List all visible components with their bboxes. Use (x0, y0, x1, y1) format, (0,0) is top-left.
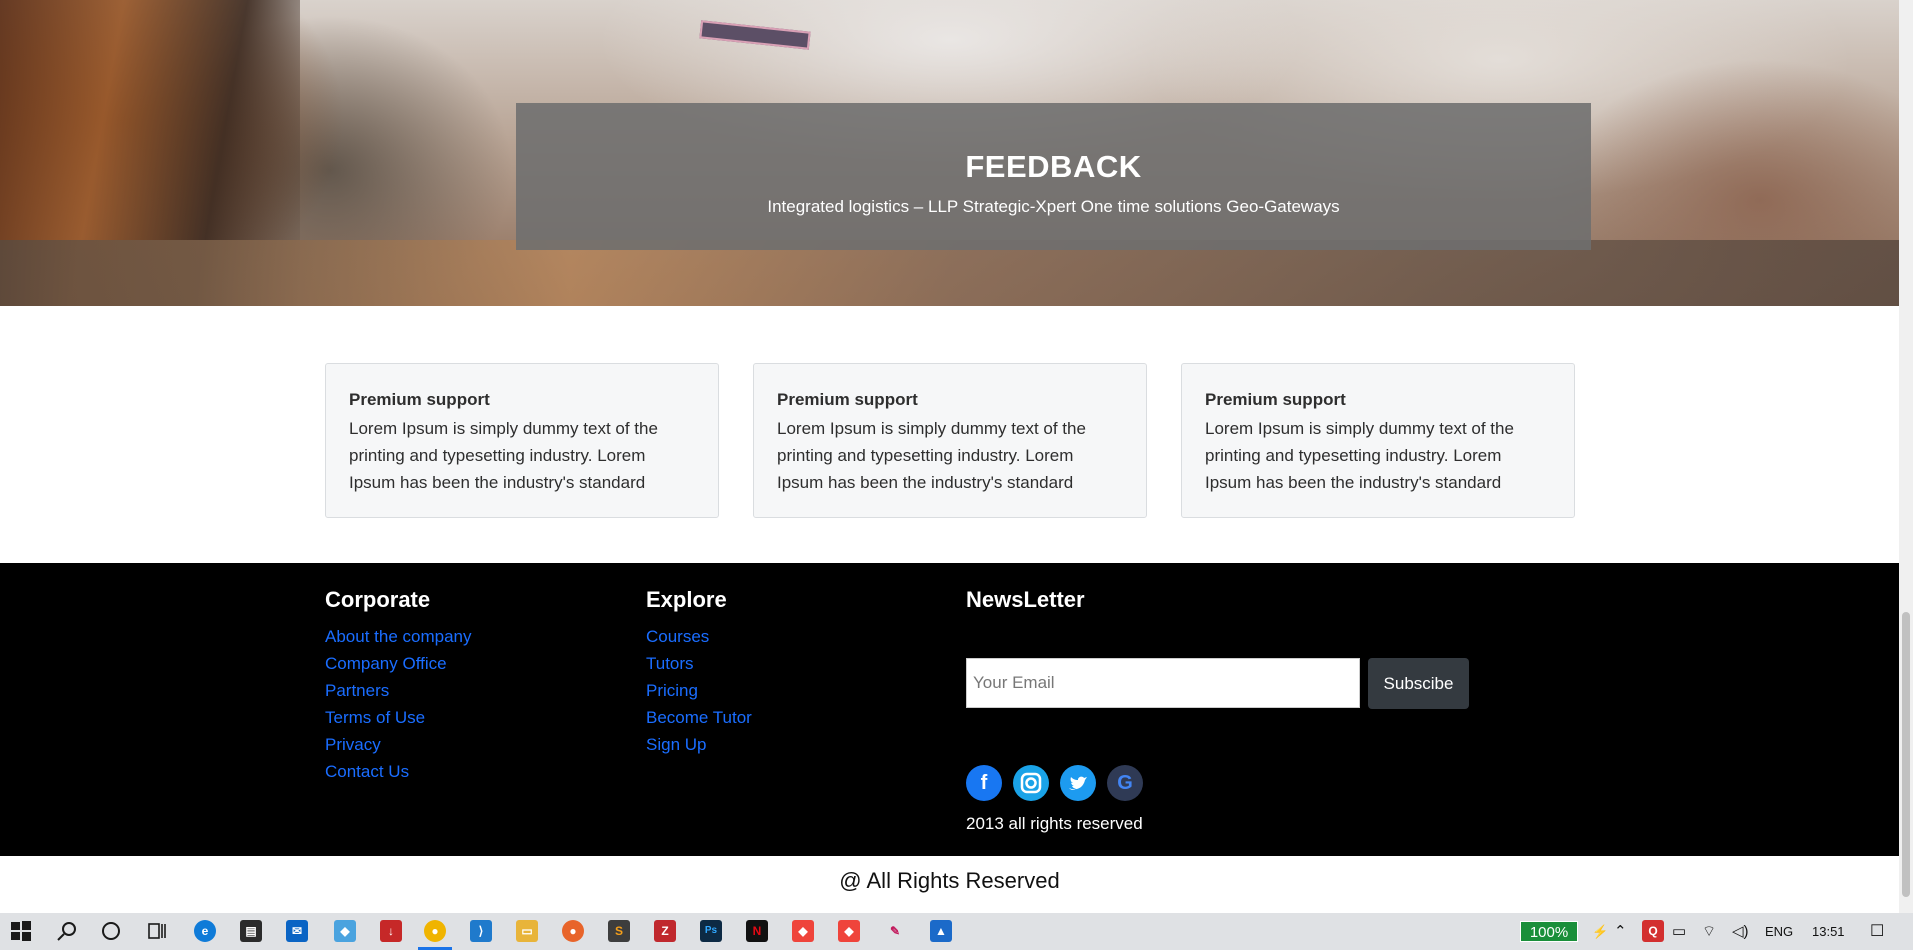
feature-card: Premium support Lorem Ipsum is simply du… (753, 363, 1147, 518)
store-icon[interactable]: ▤ (240, 920, 262, 942)
email-input[interactable] (966, 658, 1360, 708)
card-text: Lorem Ipsum is simply dummy text of the … (777, 419, 1086, 492)
filezilla-icon[interactable]: Z (654, 920, 676, 942)
netflix-icon[interactable]: N (746, 920, 768, 942)
twitter-icon[interactable] (1060, 765, 1096, 801)
clock[interactable]: 13:51 (1812, 913, 1845, 950)
battery-icon[interactable]: ▭ (1672, 913, 1686, 950)
link-terms-of-use[interactable]: Terms of Use (325, 704, 471, 731)
card-text: Lorem Ipsum is simply dummy text of the … (1205, 419, 1514, 492)
file-explorer-icon[interactable]: ▭ (516, 920, 538, 942)
copyright-text: 2013 all rights reserved (966, 814, 1143, 833)
app-icon[interactable]: ◆ (334, 920, 356, 942)
hero-image-tag (699, 20, 811, 50)
task-view-icon[interactable] (146, 920, 168, 942)
card-title: Premium support (777, 390, 918, 409)
link-partners[interactable]: Partners (325, 677, 471, 704)
anydesk-icon-2[interactable]: ◆ (838, 920, 860, 942)
notifications-icon[interactable]: ☐ (1870, 913, 1884, 950)
google-icon[interactable]: G (1107, 765, 1143, 801)
footer: Corporate About the company Company Offi… (0, 563, 1899, 856)
feature-cards: Premium support Lorem Ipsum is simply du… (325, 363, 1575, 518)
volume-icon[interactable]: ◁) (1732, 913, 1749, 950)
photoshop-icon[interactable]: Ps (700, 920, 722, 942)
downloader-icon[interactable]: ↓ (380, 920, 402, 942)
link-courses[interactable]: Courses (646, 623, 752, 650)
battery-percentage[interactable]: 100% (1520, 921, 1578, 942)
search-icon[interactable] (56, 920, 78, 942)
card-title: Premium support (349, 390, 490, 409)
scrollbar-thumb[interactable] (1902, 612, 1910, 897)
hero-title: FEEDBACK (965, 149, 1142, 184)
anydesk-icon[interactable]: ◆ (792, 920, 814, 942)
chevron-up-icon[interactable]: ⌃ (1614, 913, 1627, 950)
language-indicator[interactable]: ENG (1765, 913, 1793, 950)
windows-taskbar: e ▤ ✉ ◆ ↓ ● ⟩ ▭ ● S Z Ps N ◆ ◆ ✎ ▲ 100% … (0, 913, 1913, 950)
link-company-office[interactable]: Company Office (325, 650, 471, 677)
windows-start-icon[interactable] (10, 920, 32, 942)
link-sign-up[interactable]: Sign Up (646, 731, 752, 758)
link-contact-us[interactable]: Contact Us (325, 758, 471, 785)
paint-icon[interactable]: ✎ (884, 920, 906, 942)
chrome-icon[interactable]: ● (424, 920, 446, 942)
subscribe-button[interactable]: Subscibe (1368, 658, 1469, 709)
link-privacy[interactable]: Privacy (325, 731, 471, 758)
page-scrollbar[interactable] (1899, 0, 1913, 913)
all-rights-reserved: @ All Rights Reserved (839, 868, 1060, 893)
plug-icon[interactable]: ⚡ (1592, 913, 1608, 950)
edge-icon[interactable]: e (194, 920, 216, 942)
hero-overlay-box: FEEDBACK Integrated logistics – LLP Stra… (516, 103, 1591, 250)
vscode-icon[interactable]: ⟩ (470, 920, 492, 942)
corporate-title: Corporate (325, 587, 431, 612)
hero-banner: FEEDBACK Integrated logistics – LLP Stra… (0, 0, 1899, 306)
tray-app-icon[interactable]: Q (1642, 920, 1664, 942)
newsletter-title: NewsLetter (966, 587, 1085, 612)
explore-title: Explore (646, 587, 727, 612)
link-become-tutor[interactable]: Become Tutor (646, 704, 752, 731)
footer-explore: Explore Courses Tutors Pricing Become Tu… (646, 587, 752, 758)
footer-corporate: Corporate About the company Company Offi… (325, 587, 471, 785)
firefox-icon[interactable]: ● (562, 920, 584, 942)
feature-card: Premium support Lorem Ipsum is simply du… (325, 363, 719, 518)
photos-icon[interactable]: ▲ (930, 920, 952, 942)
card-text: Lorem Ipsum is simply dummy text of the … (349, 419, 658, 492)
link-about-company[interactable]: About the company (325, 623, 471, 650)
cortana-icon[interactable] (100, 920, 122, 942)
wifi-icon[interactable]: ⌔ (1702, 913, 1716, 950)
hero-subtitle: Integrated logistics – LLP Strategic-Xpe… (767, 197, 1340, 216)
sublime-icon[interactable]: S (608, 920, 630, 942)
footer-newsletter: NewsLetter Subscibe f G 2013 all rights … (966, 587, 1486, 847)
card-title: Premium support (1205, 390, 1346, 409)
instagram-icon[interactable] (1013, 765, 1049, 801)
feature-card: Premium support Lorem Ipsum is simply du… (1181, 363, 1575, 518)
link-tutors[interactable]: Tutors (646, 650, 752, 677)
facebook-icon[interactable]: f (966, 765, 1002, 801)
mail-icon[interactable]: ✉ (286, 920, 308, 942)
link-pricing[interactable]: Pricing (646, 677, 752, 704)
